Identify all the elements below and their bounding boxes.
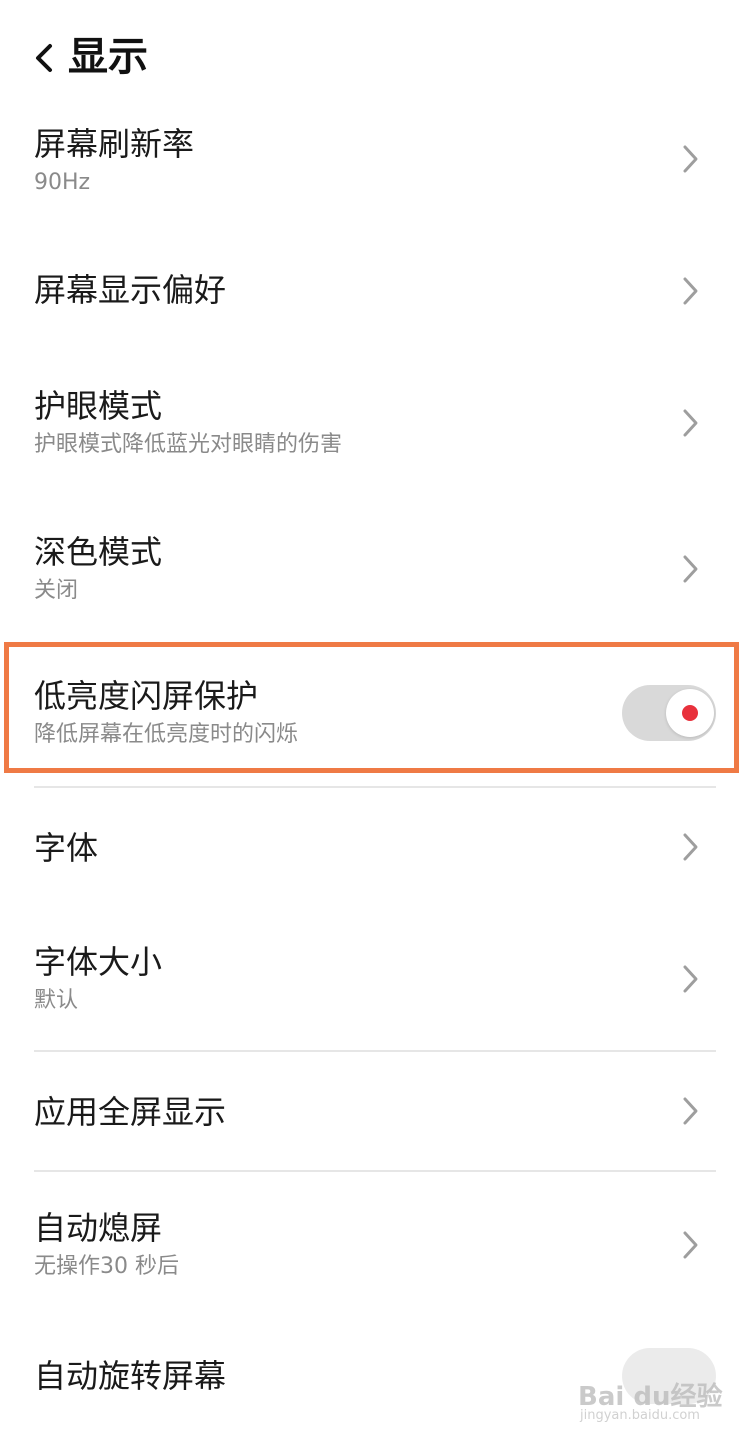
setting-row-font-size[interactable]: 字体大小 默认	[0, 936, 750, 1036]
chevron-right-icon	[683, 1231, 698, 1259]
divider	[34, 1170, 716, 1172]
setting-title: 深色模式	[34, 533, 163, 571]
setting-title: 护眼模式	[34, 387, 163, 425]
setting-subtitle: 默认	[34, 988, 79, 1013]
low-brightness-flicker-toggle[interactable]	[622, 685, 716, 741]
divider	[34, 786, 716, 788]
setting-row-eye-care[interactable]: 护眼模式 护眼模式降低蓝光对眼睛的伤害	[0, 380, 750, 490]
setting-row-auto-screen-off[interactable]: 自动熄屏 无操作30 秒后	[0, 1204, 750, 1304]
chevron-right-icon	[683, 409, 698, 437]
display-settings-page: 显示 屏幕刷新率 90Hz 屏幕显示偏好 护眼模式 护眼模式降低蓝光对眼睛的伤害…	[0, 0, 750, 1440]
toggle-on-dot	[682, 705, 698, 721]
setting-row-font[interactable]: 字体	[0, 806, 750, 896]
setting-row-app-fullscreen[interactable]: 应用全屏显示	[0, 1070, 750, 1160]
setting-subtitle: 护眼模式降低蓝光对眼睛的伤害	[34, 432, 343, 457]
chevron-right-icon	[683, 277, 698, 305]
chevron-right-icon	[683, 555, 698, 583]
header: 显示	[0, 0, 750, 112]
setting-title: 字体	[34, 829, 99, 867]
setting-row-display-preference[interactable]: 屏幕显示偏好	[0, 246, 750, 346]
setting-subtitle: 无操作30 秒后	[34, 1254, 179, 1279]
setting-title: 自动旋转屏幕	[34, 1357, 227, 1395]
setting-subtitle: 关闭	[34, 578, 79, 603]
chevron-right-icon	[683, 1097, 698, 1125]
setting-title: 屏幕显示偏好	[34, 271, 227, 309]
chevron-left-icon	[36, 44, 52, 72]
toggle-knob	[666, 689, 714, 737]
divider	[34, 1050, 716, 1052]
setting-title: 低亮度闪屏保护	[34, 677, 259, 715]
watermark-url: jingyan.baidu.com	[580, 1408, 700, 1423]
setting-title: 应用全屏显示	[34, 1093, 227, 1131]
back-button[interactable]	[28, 38, 60, 78]
setting-row-refresh-rate[interactable]: 屏幕刷新率 90Hz	[0, 112, 750, 224]
page-title: 显示	[68, 34, 148, 80]
setting-title: 自动熄屏	[34, 1209, 163, 1247]
baidu-watermark: Bai du经验 jingyan.baidu.com	[578, 1372, 748, 1432]
setting-subtitle: 降低屏幕在低亮度时的闪烁	[34, 722, 299, 747]
setting-title: 字体大小	[34, 943, 163, 981]
chevron-right-icon	[683, 833, 698, 861]
setting-subtitle: 90Hz	[34, 170, 91, 195]
chevron-right-icon	[683, 145, 698, 173]
setting-title: 屏幕刷新率	[34, 125, 195, 163]
setting-row-dark-mode[interactable]: 深色模式 关闭	[0, 526, 750, 636]
chevron-right-icon	[683, 965, 698, 993]
